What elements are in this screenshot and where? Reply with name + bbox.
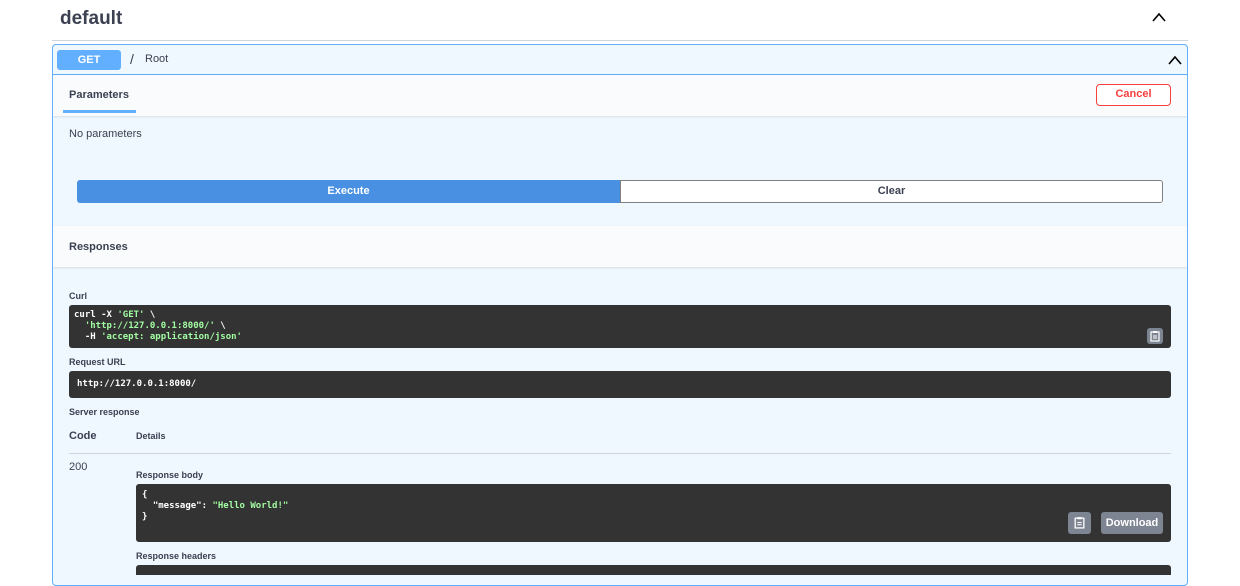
response-headers-label: Response headers (136, 551, 217, 561)
clipboard-icon (1150, 331, 1160, 342)
execute-button[interactable]: Execute (77, 180, 620, 203)
tab-active-indicator (63, 110, 136, 113)
download-button[interactable]: Download (1101, 512, 1163, 534)
parameters-header: Parameters Cancel (53, 75, 1187, 116)
request-url-text: http://127.0.0.1:8000/ (77, 379, 197, 389)
chevron-up-icon[interactable] (1167, 53, 1183, 65)
curl-line: curl -X 'GET' \ (74, 310, 156, 320)
responses-title: Responses (69, 241, 128, 253)
tab-parameters[interactable]: Parameters (69, 89, 129, 101)
curl-label: Curl (69, 291, 87, 301)
request-url-block[interactable]: http://127.0.0.1:8000/ (69, 371, 1171, 398)
responses-header: Responses (53, 226, 1187, 267)
operation-summary[interactable]: GET / Root (53, 45, 1187, 75)
no-parameters-text: No parameters (69, 128, 142, 140)
response-headers-block[interactable] (136, 565, 1171, 575)
column-code: Code (69, 430, 97, 442)
operation-description: Root (145, 53, 169, 65)
tag-header[interactable]: default (52, 0, 1188, 41)
response-body-label: Response body (136, 470, 204, 480)
column-details: Details (136, 431, 166, 441)
clipboard-icon (1074, 517, 1085, 529)
cancel-button[interactable]: Cancel (1096, 84, 1171, 106)
chevron-up-icon[interactable] (1150, 10, 1168, 24)
method-badge: GET (57, 50, 121, 70)
response-body-block[interactable]: { "message": "Hello World!" } Download (136, 484, 1171, 542)
curl-line: -H 'accept: application/json' (74, 332, 242, 342)
clear-button[interactable]: Clear (620, 180, 1163, 203)
server-response-label: Server response (69, 407, 140, 417)
curl-code-block[interactable]: curl -X 'GET' \ 'http://127.0.0.1:8000/'… (69, 305, 1171, 348)
status-code: 200 (69, 461, 88, 473)
request-url-label: Request URL (69, 357, 126, 367)
response-table-header: Code Details (69, 430, 1171, 454)
copy-curl-button[interactable] (1147, 328, 1163, 344)
copy-response-button[interactable] (1068, 512, 1091, 534)
curl-line: 'http://127.0.0.1:8000/' \ (84, 321, 226, 331)
operation-path: / (130, 51, 134, 67)
tag-title: default (60, 8, 123, 29)
execute-button-group: Execute Clear (77, 180, 1163, 203)
operation-block: GET / Root Parameters Cancel No paramete… (52, 44, 1188, 586)
